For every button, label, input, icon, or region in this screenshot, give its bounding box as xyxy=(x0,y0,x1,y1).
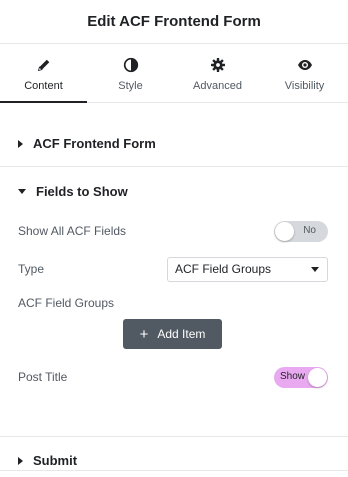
eye-icon xyxy=(297,60,312,70)
add-item-label: Add Item xyxy=(157,327,206,341)
fields-section-spacer xyxy=(0,397,348,436)
toggle-text: Show xyxy=(280,370,306,382)
panel-title: Edit ACF Frontend Form xyxy=(87,13,261,30)
tab-visibility[interactable]: Visibility xyxy=(261,44,348,102)
chevron-down-icon xyxy=(311,266,319,272)
add-item-button[interactable]: + Add Item xyxy=(123,319,222,349)
section-title: ACF Frontend Form xyxy=(33,136,156,151)
post-title-row: Post Title Show xyxy=(0,357,348,397)
half-circle-icon xyxy=(123,57,138,73)
post-title-toggle[interactable]: Show xyxy=(274,366,328,388)
panel-spacer xyxy=(0,103,348,121)
show-all-fields-label: Show All ACF Fields xyxy=(18,224,127,238)
fields-section-body: Show All ACF Fields No Type ACF Field Gr… xyxy=(0,211,348,397)
toggle-knob xyxy=(308,367,327,387)
section-fields-to-show[interactable]: Fields to Show xyxy=(0,167,348,216)
type-label: Type xyxy=(18,262,45,276)
field-groups-row: ACF Field Groups xyxy=(0,287,348,319)
type-select[interactable]: ACF Field Groups xyxy=(167,256,328,282)
tab-bar: Content Style Advanced Visibility xyxy=(0,44,348,103)
pencil-icon xyxy=(37,59,49,72)
show-all-fields-row: Show All ACF Fields No xyxy=(0,211,348,251)
field-groups-label: ACF Field Groups xyxy=(18,296,115,310)
tab-label: Advanced xyxy=(193,80,242,92)
section-acf-frontend-form[interactable]: ACF Frontend Form xyxy=(0,121,348,167)
divider xyxy=(0,470,348,471)
caret-right-icon xyxy=(18,139,23,148)
plus-icon: + xyxy=(139,325,149,343)
tab-label: Visibility xyxy=(284,80,325,92)
tab-style[interactable]: Style xyxy=(87,44,174,102)
section-title: Fields to Show xyxy=(36,184,128,199)
panel-header: Edit ACF Frontend Form xyxy=(0,0,348,44)
caret-right-icon xyxy=(18,456,23,465)
type-select-value: ACF Field Groups xyxy=(175,262,272,276)
caret-down-icon xyxy=(18,189,26,194)
tab-content[interactable]: Content xyxy=(0,44,87,103)
gear-icon xyxy=(210,58,225,72)
tab-label: Style xyxy=(118,80,143,92)
toggle-knob xyxy=(275,221,294,241)
type-row: Type ACF Field Groups xyxy=(0,251,348,287)
show-all-fields-toggle[interactable]: No xyxy=(274,220,328,242)
toggle-text: No xyxy=(303,224,316,236)
tab-advanced[interactable]: Advanced xyxy=(174,44,261,102)
post-title-label: Post Title xyxy=(18,370,68,384)
section-title: Submit xyxy=(33,453,78,468)
tab-label: Content xyxy=(24,80,63,92)
